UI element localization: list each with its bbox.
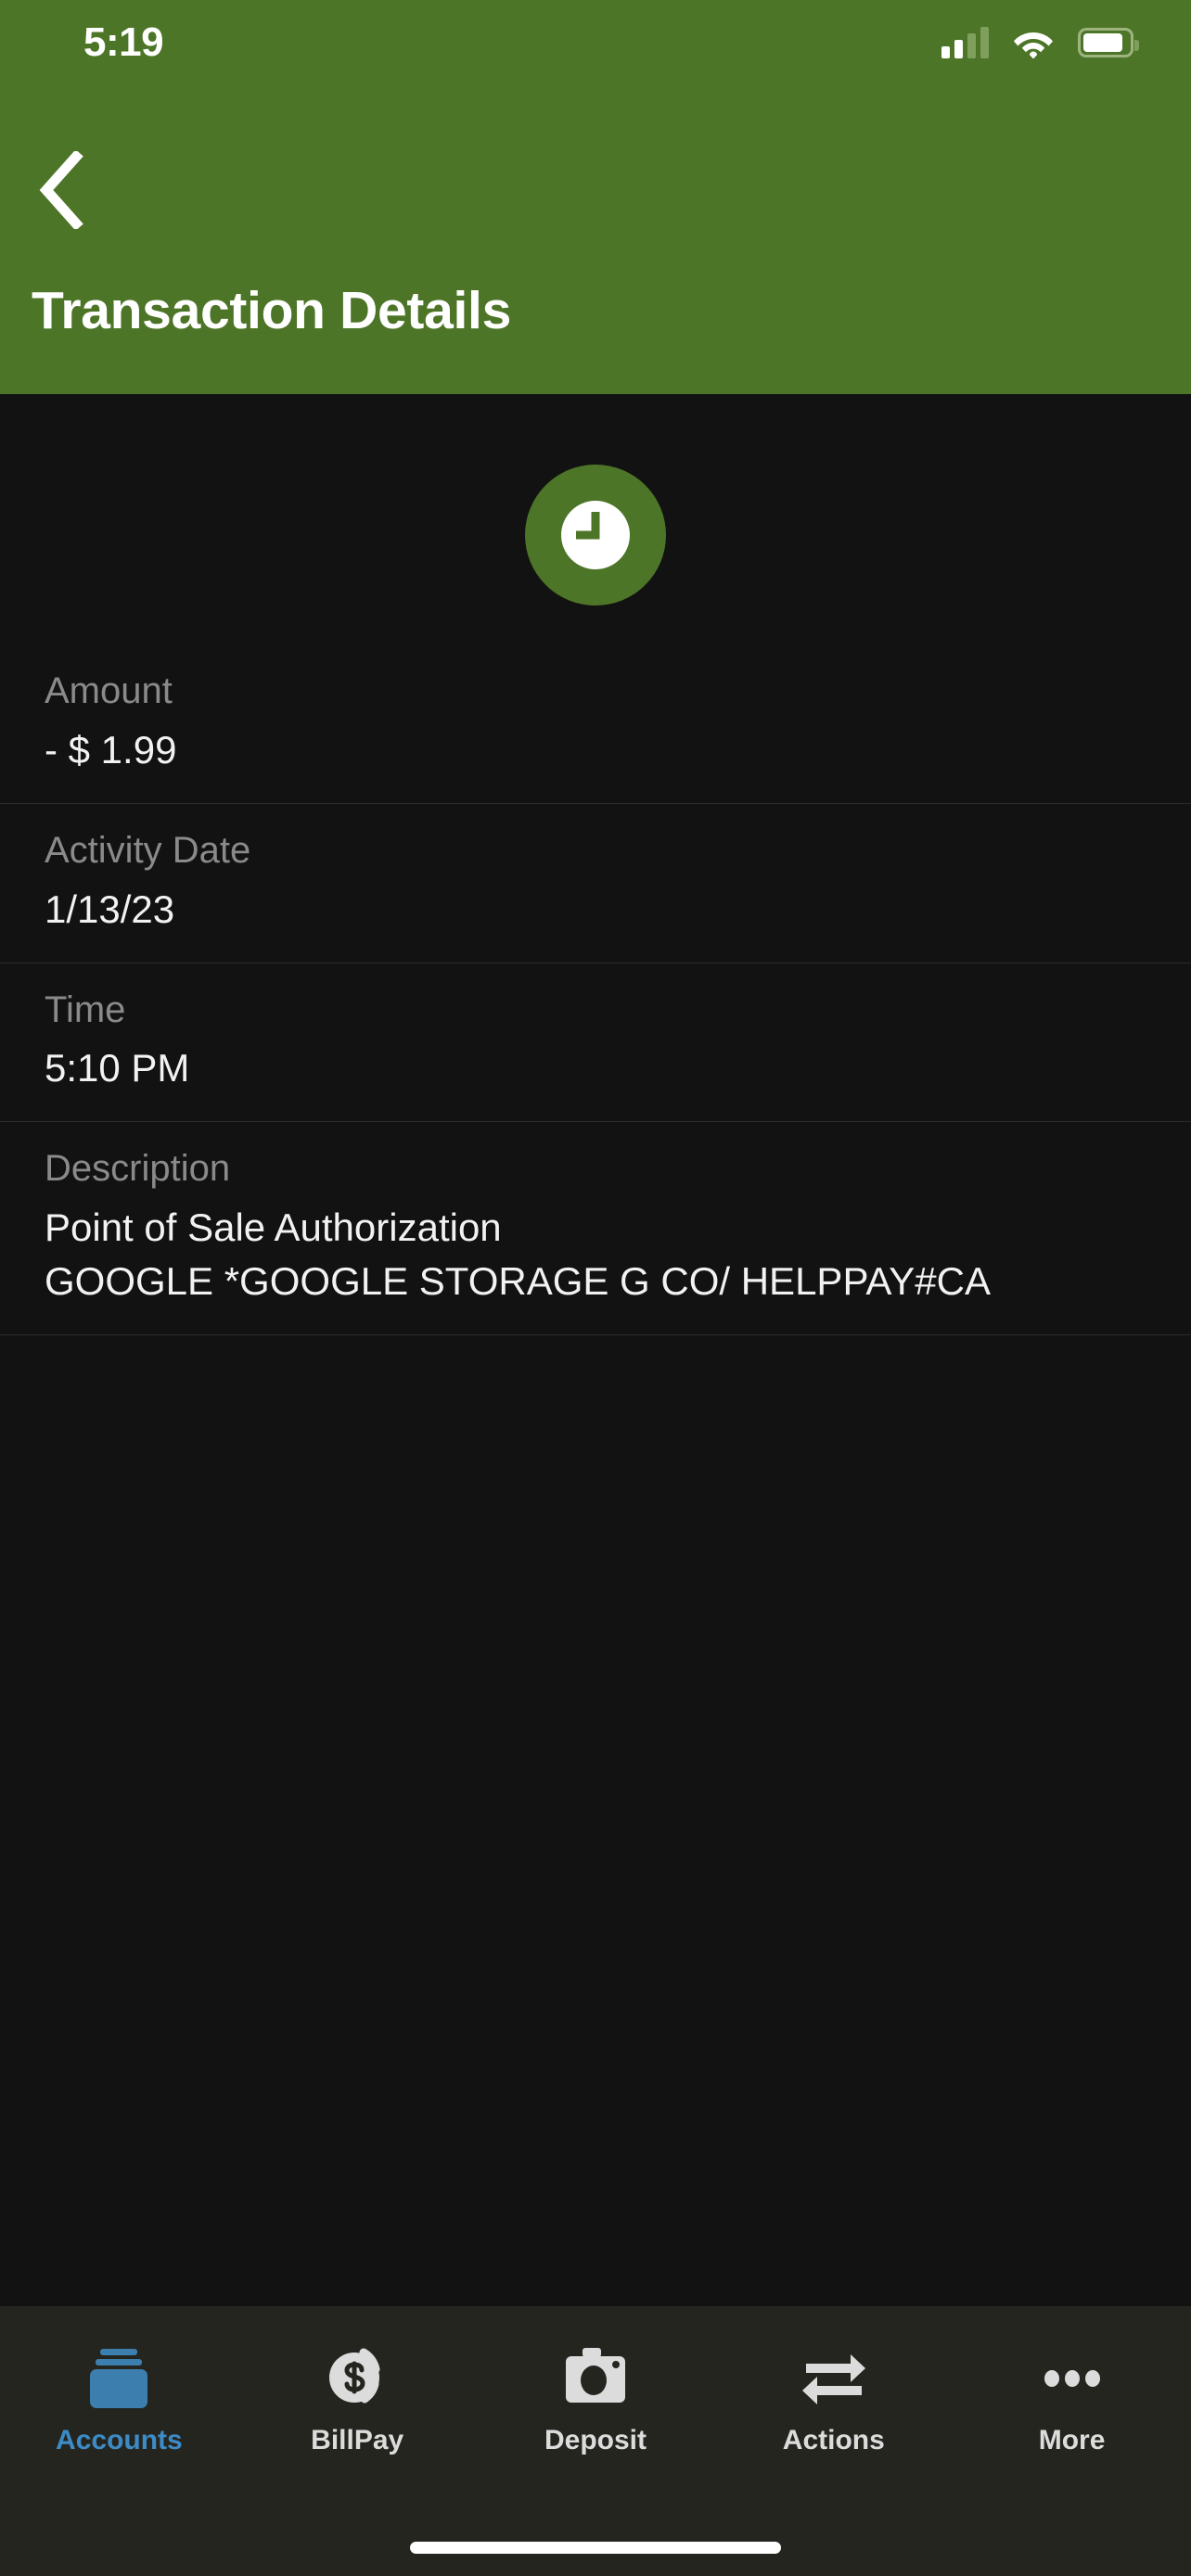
detail-value: Point of Sale Authorization GOOGLE *GOOG… xyxy=(45,1205,991,1303)
bottom-tab-bar: Accounts BillPay Deposit Actions More xyxy=(0,2306,1191,2576)
detail-row-time: Time 5:10 PM xyxy=(0,963,1191,1123)
wifi-icon xyxy=(1014,32,1053,58)
app-header: 5:19 Transaction Details xyxy=(0,0,1191,394)
page-title: Transaction Details xyxy=(32,281,511,340)
status-bar-time: 5:19 xyxy=(83,19,164,65)
cellular-signal-icon xyxy=(941,27,989,58)
clock-icon xyxy=(561,501,630,569)
home-indicator[interactable] xyxy=(410,2542,781,2554)
camera-icon xyxy=(560,2330,631,2419)
detail-label: Time xyxy=(45,988,126,1030)
status-icon-container xyxy=(0,394,1191,644)
tab-actions[interactable]: Actions xyxy=(714,2330,953,2496)
battery-level xyxy=(1083,33,1123,52)
accounts-cards-icon xyxy=(83,2330,154,2419)
status-bar-indicators xyxy=(941,27,1139,58)
battery-icon xyxy=(1078,28,1139,57)
tab-label: Deposit xyxy=(544,2425,647,2455)
chevron-left-icon xyxy=(39,151,83,229)
status-bar: 5:19 xyxy=(0,0,1191,85)
tab-label: More xyxy=(1038,2425,1106,2455)
dollar-coin-icon xyxy=(322,2330,392,2419)
tab-label: Accounts xyxy=(56,2425,183,2455)
transfer-arrows-icon xyxy=(799,2330,869,2419)
detail-label: Activity Date xyxy=(45,829,251,871)
tab-billpay[interactable]: BillPay xyxy=(238,2330,477,2496)
detail-value: - $ 1.99 xyxy=(45,727,177,772)
ellipsis-icon xyxy=(1037,2330,1108,2419)
pending-status-badge xyxy=(525,465,666,606)
detail-row-amount: Amount - $ 1.99 xyxy=(0,644,1191,804)
detail-row-description: Description Point of Sale Authorization … xyxy=(0,1122,1191,1335)
detail-row-activity-date: Activity Date 1/13/23 xyxy=(0,804,1191,963)
detail-label: Description xyxy=(45,1148,231,1190)
tab-accounts[interactable]: Accounts xyxy=(0,2330,238,2496)
tab-label: BillPay xyxy=(311,2425,404,2455)
detail-value: 5:10 PM xyxy=(45,1046,190,1090)
detail-value: 1/13/23 xyxy=(45,886,175,931)
detail-rows: Amount - $ 1.99 Activity Date 1/13/23 Ti… xyxy=(0,644,1191,1335)
detail-label: Amount xyxy=(45,670,173,711)
tab-label: Actions xyxy=(782,2425,885,2455)
transaction-details-content: Amount - $ 1.99 Activity Date 1/13/23 Ti… xyxy=(0,394,1191,2306)
tab-more[interactable]: More xyxy=(953,2330,1191,2496)
tab-deposit[interactable]: Deposit xyxy=(477,2330,715,2496)
back-button[interactable] xyxy=(20,148,104,232)
